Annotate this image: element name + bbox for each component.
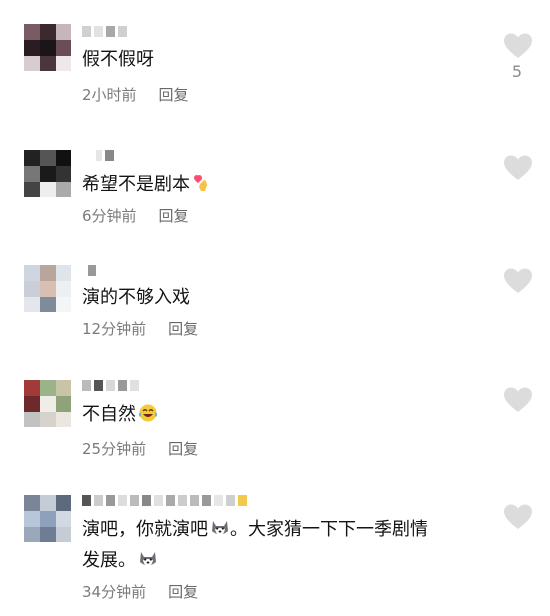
laugh-tears-icon [139,404,157,422]
reply-button[interactable]: 回复 [168,320,198,338]
heart-outline-icon[interactable] [503,154,533,182]
reply-button[interactable]: 回复 [168,440,198,458]
username-masked[interactable] [82,380,142,391]
comment-meta: 25分钟前 回复 [82,438,198,459]
comment-time: 25分钟前 [82,440,147,458]
heart-outline-icon[interactable] [503,32,533,60]
reply-button[interactable]: 回复 [168,583,198,601]
comment-meta: 2小时前 回复 [82,84,189,105]
username-masked[interactable] [82,495,250,506]
husky-icon [212,521,228,535]
husky-icon [140,552,156,566]
comment-meta: 6分钟前 回复 [82,205,189,226]
comment-text-line2: 发展。 [82,546,158,576]
comment-time: 34分钟前 [82,583,147,601]
finger-heart-icon [194,175,207,191]
username-masked[interactable] [82,26,130,37]
comment-time: 12分钟前 [82,320,147,338]
avatar[interactable] [24,380,71,427]
heart-outline-icon[interactable] [503,386,533,414]
reply-button[interactable]: 回复 [159,86,189,104]
avatar[interactable] [24,24,71,71]
comment-text: 希望不是剧本 [82,170,212,200]
comment-time: 2小时前 [82,86,137,104]
comment-text: 不自然 [82,400,158,430]
heart-outline-icon[interactable] [503,503,533,531]
username-masked[interactable] [82,150,117,161]
avatar[interactable] [24,495,71,542]
avatar[interactable] [24,265,71,312]
reply-button[interactable]: 回复 [159,207,189,225]
avatar[interactable] [24,150,71,197]
comment-meta: 12分钟前 回复 [82,318,198,339]
comment-text: 演的不够入戏 [82,287,190,308]
comment-time: 6分钟前 [82,207,137,225]
comment-text: 假不假呀 [82,49,154,70]
like-count: 5 [511,62,523,81]
heart-outline-icon[interactable] [503,267,533,295]
comment-text: 演吧，你就演吧 。大家猜一下下一季剧情 [82,519,428,540]
comment-meta: 34分钟前 回复 [82,581,198,602]
username-masked[interactable] [82,265,99,276]
